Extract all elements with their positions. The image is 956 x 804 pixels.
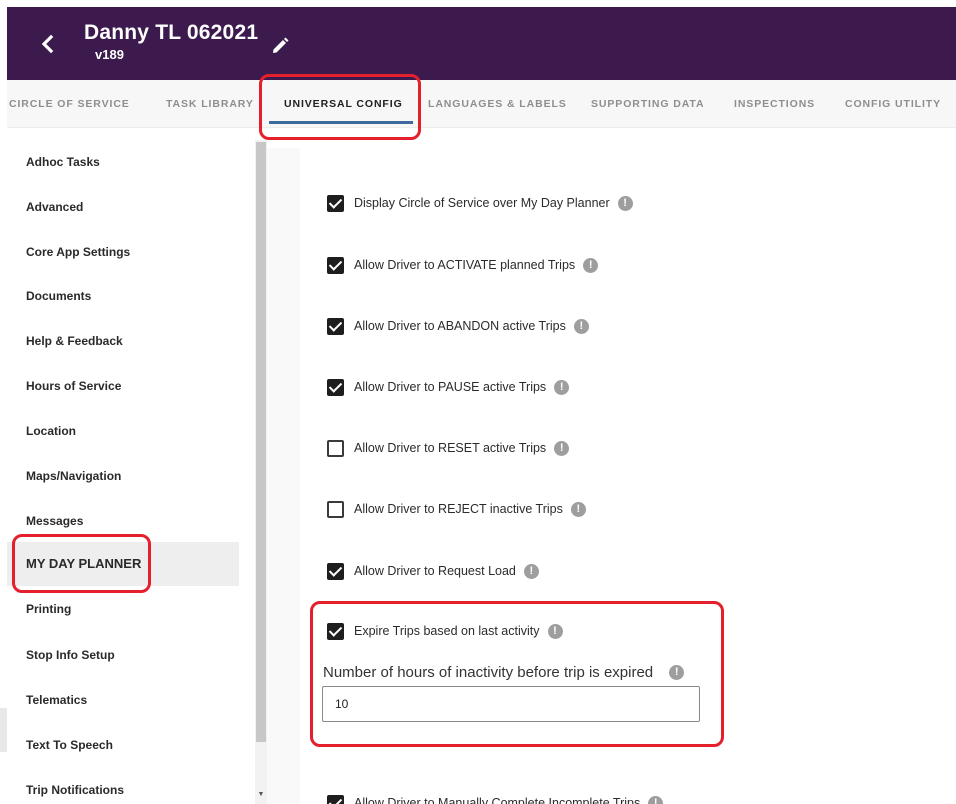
- edge-divider: [0, 708, 7, 752]
- active-tab-indicator: [269, 121, 413, 124]
- sidebar-item-trip-notifications[interactable]: Trip Notifications: [7, 768, 239, 804]
- checkbox-allow-request-load[interactable]: [327, 562, 344, 580]
- tab-task-library[interactable]: TASK LIBRARY: [166, 80, 254, 128]
- tab-circle-of-service[interactable]: CIRCLE OF SERVICE: [9, 80, 130, 128]
- checkbox-allow-abandon[interactable]: [327, 317, 344, 335]
- checkbox-allow-reset[interactable]: [327, 439, 344, 457]
- sidebar: Adhoc Tasks Advanced Core App Settings D…: [7, 140, 255, 804]
- config-title: Danny TL 062021: [84, 21, 259, 44]
- sidebar-item-hours-of-service[interactable]: Hours of Service: [7, 364, 239, 408]
- info-icon[interactable]: !: [570, 501, 586, 517]
- expire-hours-label: Number of hours of inactivity before tri…: [323, 664, 654, 681]
- checkbox-expire-trips[interactable]: [327, 622, 344, 640]
- pencil-icon[interactable]: [269, 35, 291, 57]
- scroll-down-arrow-icon[interactable]: ▼: [256, 791, 266, 801]
- option-label: Allow Driver to ABANDON active Trips: [354, 319, 566, 333]
- sidebar-item-maps-navigation[interactable]: Maps/Navigation: [7, 454, 239, 498]
- option-display-circle-of-service: Display Circle of Service over My Day Pl…: [327, 193, 633, 213]
- sidebar-item-printing[interactable]: Printing: [7, 587, 239, 631]
- option-allow-reject: Allow Driver to REJECT inactive Trips !: [327, 499, 586, 519]
- info-icon[interactable]: !: [554, 379, 570, 395]
- tab-supporting-data[interactable]: SUPPORTING DATA: [591, 80, 704, 128]
- info-icon[interactable]: !: [547, 623, 563, 639]
- info-icon[interactable]: !: [583, 257, 599, 273]
- option-label: Allow Driver to Request Load: [354, 564, 516, 578]
- option-allow-pause: Allow Driver to PAUSE active Trips !: [327, 377, 570, 397]
- sidebar-item-my-day-planner[interactable]: MY DAY PLANNER: [7, 542, 239, 586]
- sidebar-item-messages[interactable]: Messages: [7, 499, 239, 543]
- sidebar-item-advanced[interactable]: Advanced: [7, 185, 239, 229]
- tab-bar: CIRCLE OF SERVICE TASK LIBRARY UNIVERSAL…: [7, 80, 956, 128]
- info-icon[interactable]: !: [554, 440, 570, 456]
- sidebar-item-stop-info-setup[interactable]: Stop Info Setup: [7, 633, 239, 677]
- option-label: Allow Driver to REJECT inactive Trips: [354, 502, 563, 516]
- option-label: Display Circle of Service over My Day Pl…: [354, 196, 610, 210]
- info-icon[interactable]: !: [669, 665, 685, 680]
- sidebar-item-location[interactable]: Location: [7, 409, 239, 453]
- option-label: Allow Driver to PAUSE active Trips: [354, 380, 547, 394]
- checkbox-allow-reject[interactable]: [327, 500, 344, 518]
- sidebar-item-help-feedback[interactable]: Help & Feedback: [7, 319, 239, 363]
- sidebar-item-core-app-settings[interactable]: Core App Settings: [7, 230, 239, 274]
- option-label: Allow Driver to ACTIVATE planned Trips: [354, 258, 576, 272]
- sidebar-item-documents[interactable]: Documents: [7, 274, 239, 318]
- option-allow-abandon: Allow Driver to ABANDON active Trips !: [327, 316, 589, 336]
- info-icon[interactable]: !: [617, 195, 633, 211]
- checkbox-allow-pause[interactable]: [327, 378, 344, 396]
- option-manual-complete: Allow Driver to Manually Complete Incomp…: [327, 793, 664, 804]
- content-gutter: [267, 148, 300, 804]
- sidebar-item-text-to-speech[interactable]: Text To Speech: [7, 723, 239, 767]
- expire-hours-input[interactable]: [322, 686, 700, 722]
- info-icon[interactable]: !: [523, 563, 539, 579]
- checkbox-display-circle-of-service[interactable]: [327, 194, 344, 212]
- chevron-left-icon[interactable]: [33, 29, 63, 59]
- sidebar-item-telematics[interactable]: Telematics: [7, 678, 239, 722]
- app-header: Danny TL 062021 v189: [7, 7, 956, 80]
- option-allow-request-load: Allow Driver to Request Load !: [327, 561, 539, 581]
- option-allow-activate: Allow Driver to ACTIVATE planned Trips !: [327, 255, 599, 275]
- expire-hours-label-row: Number of hours of inactivity before tri…: [323, 664, 685, 681]
- option-label: Allow Driver to RESET active Trips: [354, 441, 547, 455]
- info-icon[interactable]: !: [648, 795, 664, 804]
- tab-languages-labels[interactable]: LANGUAGES & LABELS: [428, 80, 567, 128]
- option-allow-reset: Allow Driver to RESET active Trips !: [327, 438, 570, 458]
- sidebar-item-adhoc-tasks[interactable]: Adhoc Tasks: [7, 140, 239, 184]
- sidebar-scrollbar-thumb[interactable]: [256, 142, 266, 742]
- option-label: Expire Trips based on last activity: [354, 624, 540, 638]
- option-label: Allow Driver to Manually Complete Incomp…: [354, 796, 641, 804]
- tab-inspections[interactable]: INSPECTIONS: [734, 80, 815, 128]
- sidebar-scrollbar[interactable]: ▼: [255, 140, 267, 804]
- info-icon[interactable]: !: [573, 318, 589, 334]
- tab-config-utility[interactable]: CONFIG UTILITY: [845, 80, 941, 128]
- version-label: v189: [95, 47, 124, 62]
- option-expire-trips: Expire Trips based on last activity !: [327, 621, 563, 641]
- checkbox-allow-activate[interactable]: [327, 256, 344, 274]
- checkbox-manual-complete[interactable]: [327, 794, 344, 804]
